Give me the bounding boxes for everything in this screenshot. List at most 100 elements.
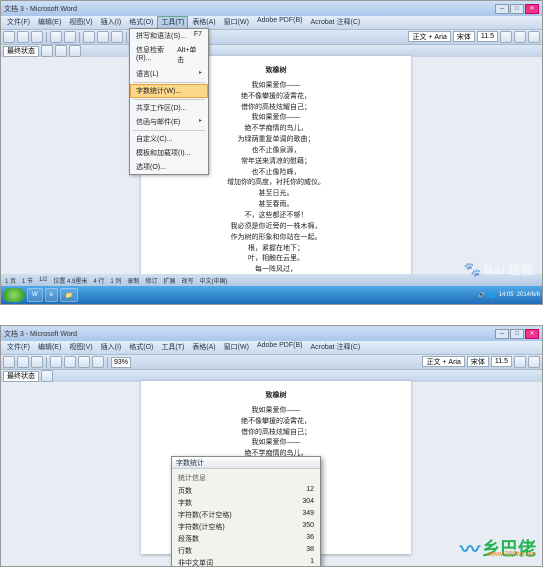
stat-row: 行数38 [178, 545, 314, 557]
open-button[interactable] [17, 31, 29, 43]
stat-row: 字数304 [178, 497, 314, 509]
screenshot-1: 文档 3 - Microsoft Word ─ □ ✕ 文件(F) 编辑(E) … [0, 0, 543, 305]
size-combo[interactable]: 11.5 [477, 31, 498, 42]
app-title: 文档 3 - Microsoft Word [4, 329, 77, 339]
date: 2014/6/6 [517, 292, 540, 298]
menu-acrobat[interactable]: Acrobat 注释(C) [306, 16, 364, 29]
tools-dropdown: 拼写和语法(S)...F7 信息检索(R)...Alt+单击 语言(L) 字数统… [129, 28, 209, 175]
baidu-watermark: 🐾 Bai 经验 [464, 261, 534, 278]
title-bar: 文档 3 - Microsoft Word ─ □ ✕ [1, 1, 542, 16]
start-button[interactable] [3, 288, 25, 302]
menu-bar: 文件(F) 编辑(E) 视图(V) 插入(I) 格式(O) 工具(T) 表格(A… [1, 341, 542, 354]
display-mode-combo[interactable]: 最终状态 [3, 46, 39, 57]
formatting-toolbar: 正文 + Aria 宋体 11.5 [422, 354, 540, 369]
menu-acrobat[interactable]: Acrobat 注释(C) [306, 341, 364, 354]
preview-button[interactable] [64, 31, 76, 43]
menu-insert[interactable]: 插入(I) [97, 341, 126, 354]
menu-view[interactable]: 视图(V) [65, 341, 96, 354]
font-combo[interactable]: 宋体 [467, 356, 489, 367]
stat-row: 段落数36 [178, 533, 314, 545]
maximize-button[interactable]: □ [510, 4, 524, 14]
menu-adobe[interactable]: Adobe PDF(B) [253, 16, 307, 29]
close-button[interactable]: ✕ [525, 329, 539, 339]
system-tray: 🔊 🌐 14:05 2014/6/6 [478, 292, 540, 299]
copy-button[interactable] [97, 31, 109, 43]
bold-button[interactable] [514, 356, 526, 368]
menu-format[interactable]: 格式(O) [125, 341, 157, 354]
mi-options[interactable]: 选项(O)... [130, 160, 208, 174]
windows-taskbar: W e 📁 🔊 🌐 14:05 2014/6/6 [1, 286, 542, 304]
stat-row: 字符数(计空格)350 [178, 521, 314, 533]
screenshot-2: 文档 3 - Microsoft Word ─ □ ✕ 文件(F) 编辑(E) … [0, 325, 543, 567]
paste-button[interactable] [111, 31, 123, 43]
task-item[interactable]: 📁 [60, 288, 77, 302]
underline-button[interactable] [528, 31, 540, 43]
logo-icon: 〰 [460, 533, 480, 562]
paste-button[interactable] [92, 356, 104, 368]
new-doc-button[interactable] [3, 31, 15, 43]
mi-templates[interactable]: 模板和加载项(I)... [130, 146, 208, 160]
print-button[interactable] [50, 31, 62, 43]
cut-button[interactable] [83, 31, 95, 43]
new-doc-button[interactable] [3, 356, 15, 368]
stat-row: 字符数(不计空格)349 [178, 509, 314, 521]
minimize-button[interactable]: ─ [495, 4, 509, 14]
site-watermark: 〰 乡巴佬 www.386w.com [460, 533, 536, 562]
minimize-button[interactable]: ─ [495, 329, 509, 339]
style-combo[interactable]: 正文 + Aria [422, 356, 464, 367]
stat-row: 非中文单词1 [178, 557, 314, 567]
prev-change-button[interactable] [55, 45, 67, 57]
copy-button[interactable] [78, 356, 90, 368]
italic-button[interactable] [528, 356, 540, 368]
menu-window[interactable]: 窗口(W) [220, 16, 253, 29]
mi-spelling[interactable]: 拼写和语法(S)...F7 [130, 29, 208, 43]
display-mode-combo[interactable]: 最终状态 [3, 371, 39, 382]
task-item[interactable]: W [27, 288, 43, 302]
menu-tools[interactable]: 工具(T) [157, 341, 188, 354]
save-button[interactable] [31, 356, 43, 368]
menu-bar: 文件(F) 编辑(E) 视图(V) 插入(I) 格式(O) 工具(T) 表格(A… [1, 16, 542, 29]
title-bar: 文档 3 - Microsoft Word ─ □ ✕ [1, 326, 542, 341]
word-count-dialog: 字数统计 统计信息 页数12 字数304 字符数(不计空格)349 字符数(计空… [171, 456, 321, 567]
menu-edit[interactable]: 编辑(E) [34, 341, 65, 354]
zoom-combo[interactable]: 93% [111, 357, 131, 368]
paw-icon: 🐾 [464, 261, 482, 278]
maximize-button[interactable]: □ [510, 329, 524, 339]
italic-button[interactable] [514, 31, 526, 43]
tray-icon[interactable]: 🌐 [488, 292, 495, 299]
mi-letters-mailings[interactable]: 信函与邮件(E) [130, 115, 208, 129]
status-bar: 1 页 1 节 1/2 位置 4.9厘米 4 行 1 列 录制 修订 扩展 改写… [1, 274, 542, 286]
style-combo[interactable]: 正文 + Aria [408, 31, 450, 42]
menu-file[interactable]: 文件(F) [3, 341, 34, 354]
next-change-button[interactable] [69, 45, 81, 57]
task-item[interactable]: e [45, 288, 58, 302]
mi-word-count[interactable]: 字数统计(W)... [130, 84, 208, 98]
app-title: 文档 3 - Microsoft Word [4, 4, 77, 14]
tray-icon[interactable]: 🔊 [478, 292, 485, 299]
size-combo[interactable]: 11.5 [491, 356, 512, 367]
show-button[interactable] [41, 45, 53, 57]
close-button[interactable]: ✕ [525, 4, 539, 14]
menu-edit[interactable]: 编辑(E) [34, 16, 65, 29]
menu-file[interactable]: 文件(F) [3, 16, 34, 29]
open-button[interactable] [17, 356, 29, 368]
font-combo[interactable]: 宋体 [453, 31, 475, 42]
mi-language[interactable]: 语言(L) [130, 67, 208, 81]
clock[interactable]: 14:05 [499, 292, 514, 298]
menu-adobe[interactable]: Adobe PDF(B) [253, 341, 307, 354]
show-button[interactable] [41, 370, 53, 382]
menu-window[interactable]: 窗口(W) [220, 341, 253, 354]
print-button[interactable] [50, 356, 62, 368]
save-button[interactable] [31, 31, 43, 43]
cut-button[interactable] [64, 356, 76, 368]
menu-insert[interactable]: 插入(I) [97, 16, 126, 29]
bold-button[interactable] [500, 31, 512, 43]
menu-table[interactable]: 表格(A) [188, 341, 219, 354]
stat-row: 页数12 [178, 485, 314, 497]
dialog-section: 统计信息 [178, 473, 314, 483]
mi-research[interactable]: 信息检索(R)...Alt+单击 [130, 43, 208, 67]
mi-shared-workspace[interactable]: 共享工作区(D)... [130, 101, 208, 115]
poem-title: 致橡树 [161, 391, 391, 402]
menu-view[interactable]: 视图(V) [65, 16, 96, 29]
mi-customize[interactable]: 自定义(C)... [130, 132, 208, 146]
